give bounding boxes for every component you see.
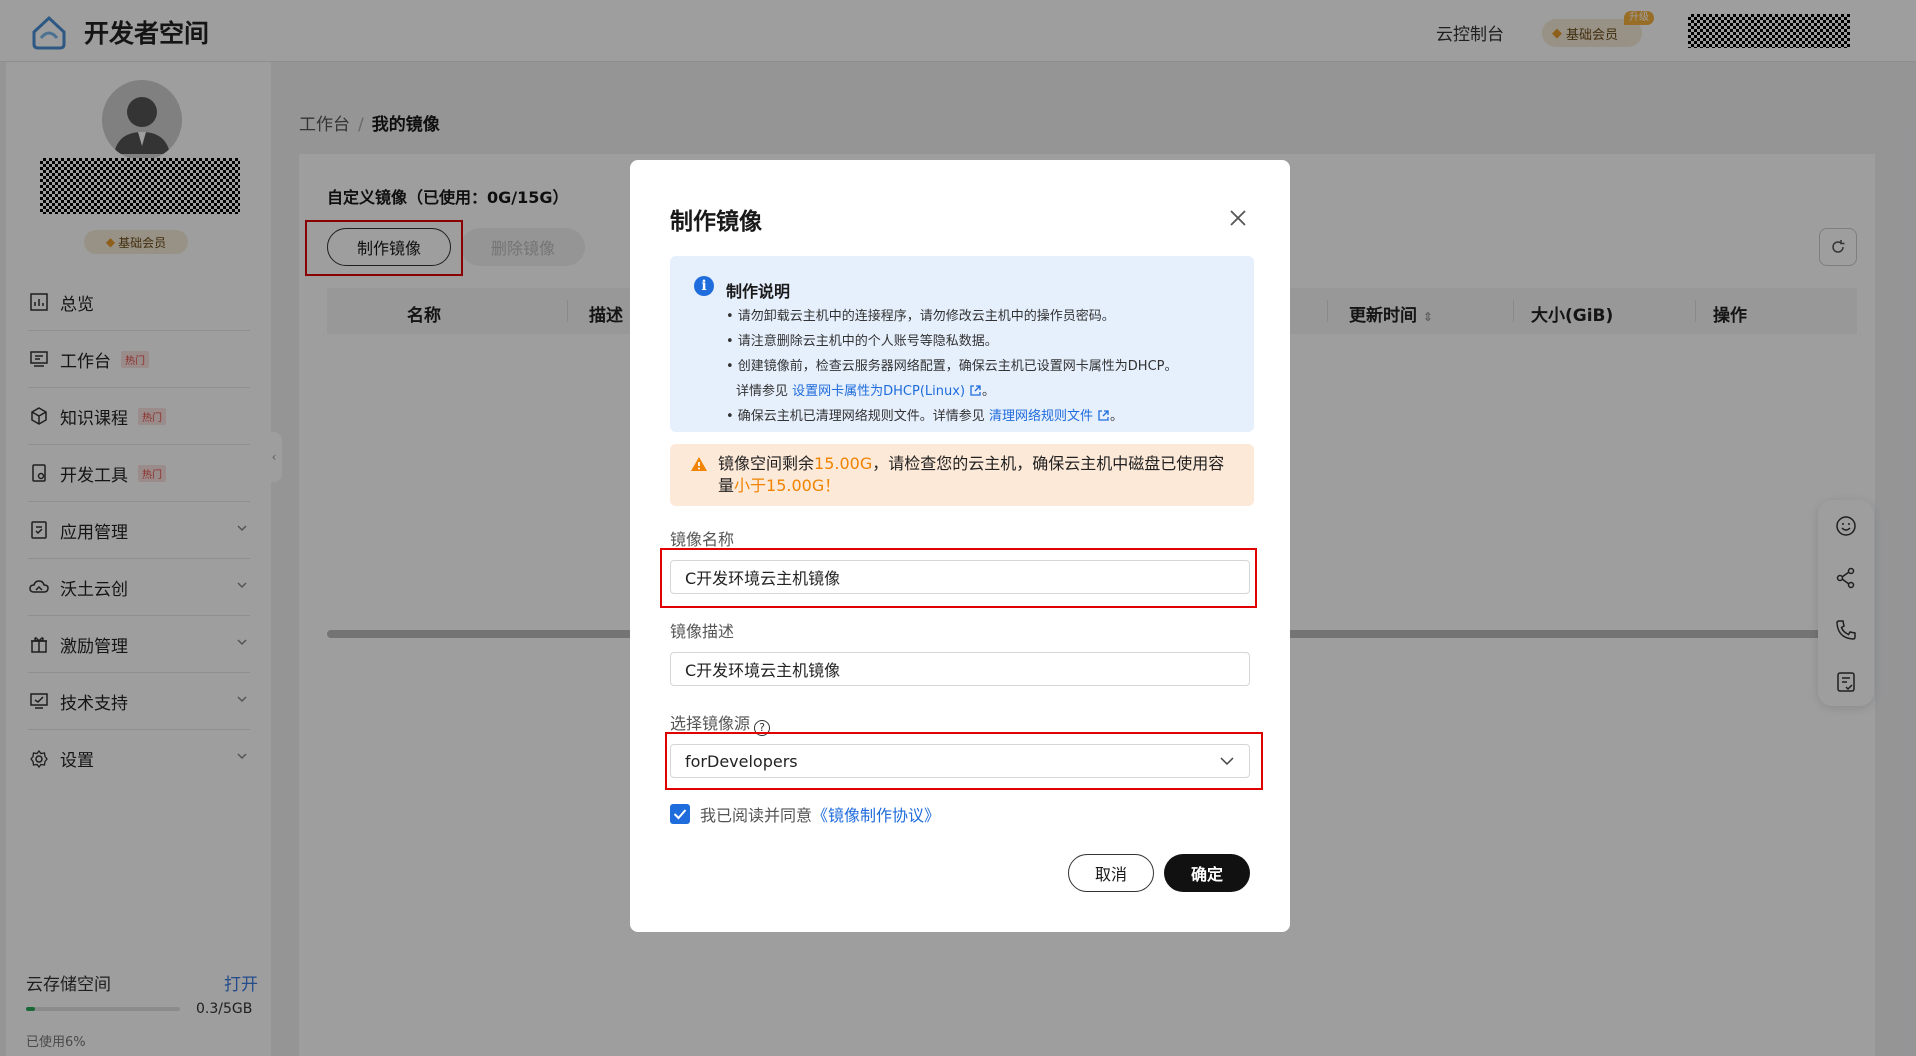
- info-icon: i: [694, 276, 714, 296]
- dhcp-doc-link[interactable]: 设置网卡属性为DHCP(Linux): [792, 384, 982, 399]
- close-icon[interactable]: [1226, 206, 1250, 230]
- cancel-button[interactable]: 取消: [1068, 854, 1154, 892]
- make-image-dialog: 制作镜像 i 制作说明 • 请勿卸载云主机中的连接程序，请勿修改云主机中的操作员…: [630, 160, 1290, 932]
- info-line-prefix: 详情参见: [736, 384, 793, 399]
- info-notice: i 制作说明 • 请勿卸载云主机中的连接程序，请勿修改云主机中的操作员密码。 •…: [670, 256, 1254, 432]
- external-link-icon: [970, 385, 981, 396]
- checkmark-icon: [673, 809, 687, 820]
- agreement-link[interactable]: 《镜像制作协议》: [812, 802, 940, 826]
- info-line: • 创建镜像前，检查云服务器网络配置，确保云主机已设置网卡属性为DHCP。: [726, 359, 1178, 374]
- info-title: 制作说明: [726, 282, 791, 301]
- info-line-prefix: • 确保云主机已清理网络规则文件。详情参见: [726, 409, 989, 424]
- image-name-input[interactable]: C开发环境云主机镜像: [670, 560, 1250, 594]
- image-source-select[interactable]: forDevelopers: [670, 744, 1250, 778]
- image-source-label: 选择镜像源?: [670, 710, 771, 736]
- agreement-checkbox[interactable]: [670, 804, 690, 824]
- warning-notice: 镜像空间剩余15.00G，请检查您的云主机，确保云主机中磁盘已使用容量小于15.…: [670, 444, 1254, 506]
- network-rules-doc-link[interactable]: 清理网络规则文件: [989, 409, 1110, 424]
- image-source-value: forDevelopers: [685, 751, 798, 771]
- agreement-row: 我已阅读并同意 《镜像制作协议》: [670, 802, 940, 826]
- chevron-down-icon: [1220, 757, 1234, 766]
- image-description-input[interactable]: C开发环境云主机镜像: [670, 652, 1250, 686]
- agreement-text: 我已阅读并同意: [700, 806, 813, 825]
- external-link-icon: [1098, 410, 1109, 421]
- image-description-label: 镜像描述: [670, 622, 735, 641]
- dialog-title: 制作镜像: [670, 209, 762, 235]
- image-name-label: 镜像名称: [670, 530, 735, 549]
- warning-text: 镜像空间剩余15.00G，请检查您的云主机，确保云主机中磁盘已使用容量小于15.…: [718, 454, 1225, 495]
- warning-icon: [691, 457, 707, 471]
- help-icon[interactable]: ?: [754, 719, 771, 736]
- info-line: • 请勿卸载云主机中的连接程序，请勿修改云主机中的操作员密码。: [726, 309, 1115, 324]
- confirm-button[interactable]: 确定: [1164, 854, 1250, 892]
- info-line: • 请注意删除云主机中的个人账号等隐私数据。: [726, 334, 998, 349]
